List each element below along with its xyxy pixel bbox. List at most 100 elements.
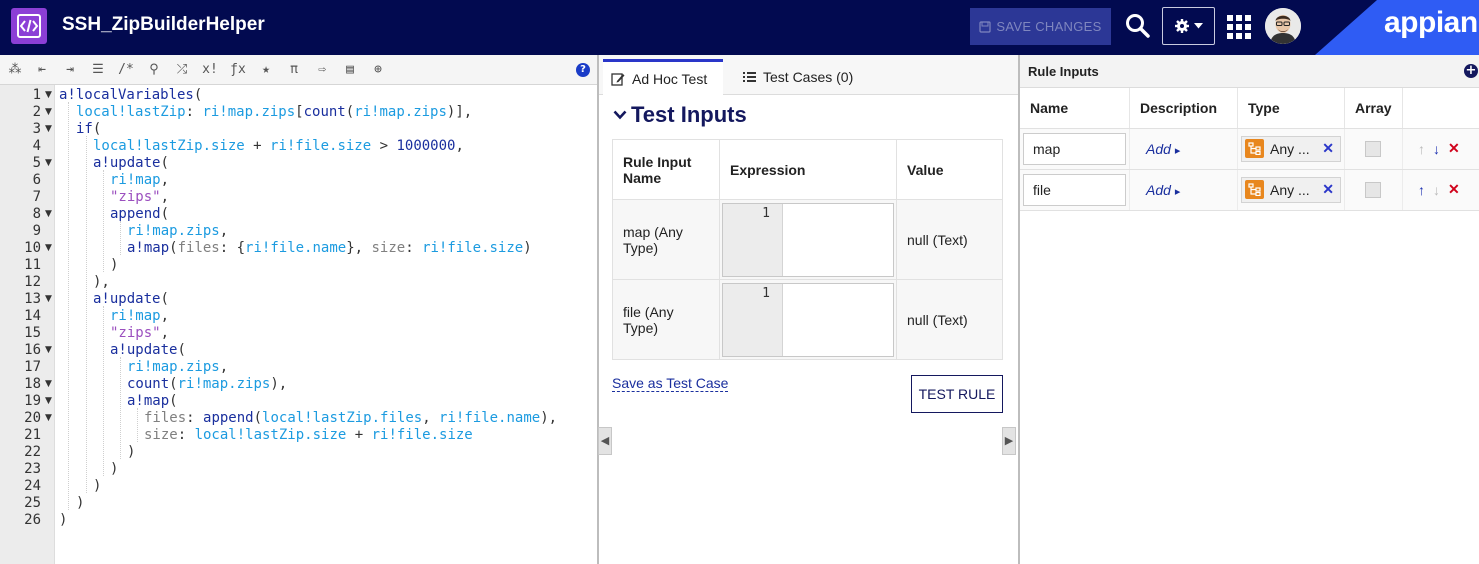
- fold-toggle-icon[interactable]: ▼: [45, 87, 52, 104]
- type-cell: Any ... ✕: [1237, 169, 1345, 211]
- remove-type-icon[interactable]: ✕: [1322, 181, 1334, 198]
- code-token: ,: [160, 172, 170, 188]
- indent-guide: [137, 408, 138, 442]
- delete-icon[interactable]: ✕: [1448, 140, 1460, 157]
- code-token: +: [244, 138, 271, 154]
- move-up-icon[interactable]: ↑: [1418, 182, 1425, 198]
- list-icon[interactable]: ☰: [89, 61, 107, 79]
- save-icon: [979, 20, 991, 33]
- help-icon[interactable]: ?: [576, 63, 590, 77]
- code-token: :: [405, 240, 423, 256]
- db-search-icon[interactable]: ▤: [341, 61, 359, 79]
- fold-toggle-icon[interactable]: ▼: [45, 410, 52, 427]
- code-token: (: [169, 240, 178, 256]
- fold-toggle-icon[interactable]: ▼: [45, 206, 52, 223]
- line-number: 21: [24, 427, 41, 443]
- actions-cell: ↑ ↓ ✕: [1402, 128, 1479, 170]
- fold-toggle-icon[interactable]: ▼: [45, 291, 52, 308]
- code-line-14: ri!map,: [110, 308, 169, 325]
- add-rule-input-icon[interactable]: +: [1464, 64, 1478, 78]
- line-number: 13: [24, 291, 41, 307]
- x-factorial-icon[interactable]: x!: [201, 61, 219, 79]
- type-icon: [1245, 139, 1264, 158]
- pi-icon[interactable]: π: [285, 61, 303, 79]
- table-row: Add ▸ Any ... ✕ ↑ ↓ ✕: [1020, 128, 1479, 170]
- array-checkbox[interactable]: [1365, 140, 1381, 157]
- line-number: 19: [24, 393, 41, 409]
- rule-inputs-title: Rule Inputs: [1028, 64, 1099, 79]
- add-description-link[interactable]: Add ▸: [1133, 182, 1180, 198]
- code-token: >: [371, 138, 397, 154]
- tab-ad-hoc-test[interactable]: Ad Hoc Test: [603, 59, 723, 95]
- code-token: :: [185, 104, 203, 120]
- code-line-11: ): [110, 257, 118, 274]
- grid-icon[interactable]: [1227, 15, 1251, 39]
- line-number: 22: [24, 444, 41, 460]
- code-token: files: [177, 240, 220, 256]
- fold-toggle-icon[interactable]: ▼: [45, 393, 52, 410]
- code-token: ri!map.zips: [177, 376, 271, 392]
- indent-icon[interactable]: ⇥: [61, 61, 79, 79]
- export-icon[interactable]: ⇨: [313, 61, 331, 79]
- comment-icon[interactable]: /*: [117, 61, 135, 79]
- remove-type-icon[interactable]: ✕: [1322, 140, 1334, 157]
- save-changes-button[interactable]: SAVE CHANGES: [970, 8, 1111, 45]
- globe-icon[interactable]: ⊕: [369, 61, 387, 79]
- add-description-link[interactable]: Add ▸: [1133, 141, 1180, 157]
- code-token: ri!file.size: [422, 240, 524, 256]
- move-down-icon[interactable]: ↓: [1433, 141, 1440, 157]
- code-token: ri!file.name: [439, 410, 541, 426]
- fx-icon[interactable]: ƒx: [229, 61, 247, 79]
- code-token: )],: [446, 104, 473, 120]
- outdent-icon[interactable]: ⇤: [33, 61, 51, 79]
- line-number: 24: [24, 478, 41, 494]
- rule-input-name-field[interactable]: [1023, 173, 1126, 206]
- type-label: Any ...: [1270, 181, 1310, 198]
- expression-input[interactable]: 1: [722, 282, 894, 357]
- rule-inputs-pane: Rule Inputs + Name Description Type Arra…: [1020, 55, 1479, 564]
- fold-toggle-icon[interactable]: ▼: [45, 121, 52, 138]
- test-rule-button[interactable]: TEST RULE: [911, 375, 1003, 413]
- code-line-5: a!update(: [93, 155, 169, 172]
- delete-icon[interactable]: ✕: [1448, 181, 1460, 198]
- column-header: Value: [896, 139, 1003, 200]
- caret-right-icon: ▸: [1174, 144, 1181, 157]
- type-chip[interactable]: Any ... ✕: [1241, 135, 1341, 162]
- shuffle-icon[interactable]: ⤮: [173, 61, 191, 79]
- expand-right-pane-button[interactable]: ▶: [1002, 427, 1016, 455]
- fold-toggle-icon[interactable]: ▼: [45, 155, 52, 172]
- fold-toggle-icon[interactable]: ▼: [45, 104, 52, 121]
- avatar[interactable]: [1265, 8, 1301, 44]
- code-line-24: ): [93, 478, 101, 495]
- search-icon[interactable]: [1124, 12, 1152, 40]
- array-cell: [1344, 128, 1403, 170]
- code-line-8: append(: [110, 206, 169, 223]
- expression-input[interactable]: 1: [722, 202, 894, 277]
- code-area[interactable]: a!localVariables( local!lastZip: ri!map.…: [55, 85, 597, 564]
- code-line-21: size: local!lastZip.size + ri!file.size: [144, 427, 473, 444]
- indent-guide: [68, 102, 69, 510]
- code-token: (: [169, 376, 178, 392]
- editor-toolbar: ⁂ ⇤ ⇥ ☰ /* ⚲ ⤮ x! ƒx ★ π ⇨ ▤ ⊕ ?: [0, 55, 597, 85]
- indent-guide: [120, 221, 121, 255]
- search-icon[interactable]: ⚲: [145, 61, 163, 79]
- code-token: ,: [160, 189, 170, 205]
- type-chip[interactable]: Any ... ✕: [1241, 176, 1341, 203]
- code-line-1: a!localVariables(: [59, 87, 202, 104]
- code-line-18: count(ri!map.zips),: [127, 376, 287, 393]
- tab-test-cases[interactable]: Test Cases (0): [735, 59, 865, 95]
- magic-wand-icon[interactable]: ⁂: [6, 61, 24, 79]
- array-checkbox[interactable]: [1365, 181, 1381, 198]
- fold-toggle-icon[interactable]: ▼: [45, 342, 52, 359]
- code-token: a!localVariables: [59, 87, 194, 103]
- code-token: (: [169, 393, 178, 409]
- save-as-test-case-link[interactable]: Save as Test Case: [612, 375, 729, 392]
- code-icon[interactable]: [11, 8, 47, 44]
- line-number: 23: [24, 461, 41, 477]
- fold-toggle-icon[interactable]: ▼: [45, 240, 52, 257]
- test-inputs-heading[interactable]: Test Inputs: [613, 102, 747, 128]
- fold-toggle-icon[interactable]: ▼: [45, 376, 52, 393]
- settings-menu-button[interactable]: [1162, 7, 1215, 45]
- star-icon[interactable]: ★: [257, 61, 275, 79]
- rule-input-name-field[interactable]: [1023, 132, 1126, 165]
